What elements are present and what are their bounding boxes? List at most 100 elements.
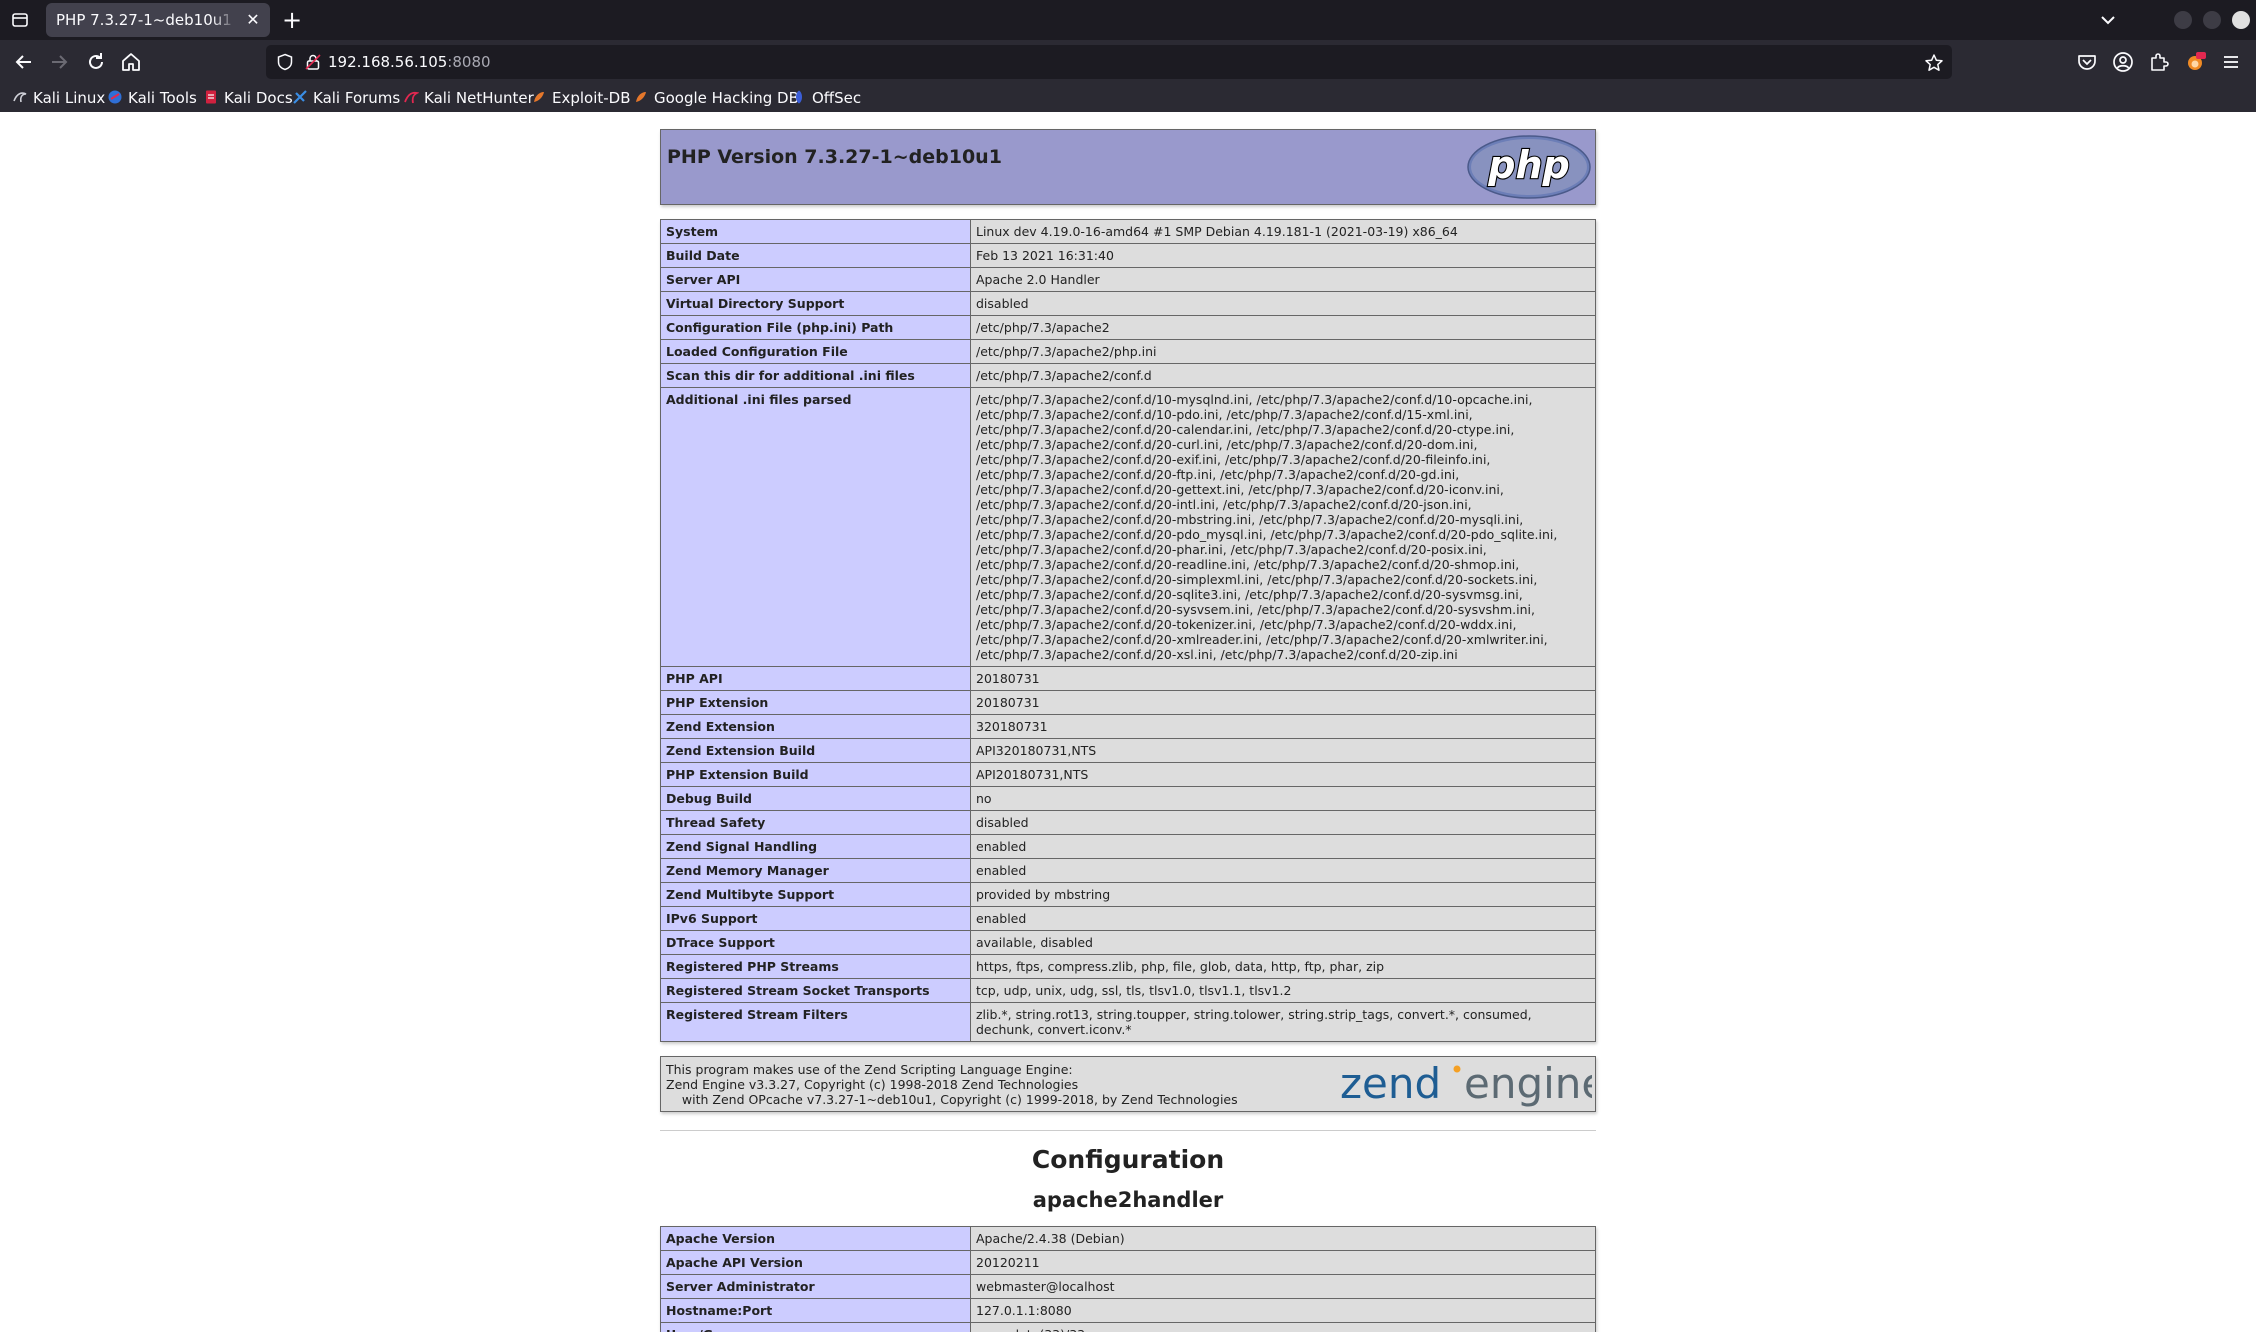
hamburger-menu-icon xyxy=(2224,56,2238,68)
zend-logo-dot xyxy=(1453,1065,1461,1073)
row-value: /etc/php/7.3/apache2 xyxy=(970,315,1596,340)
row-key: DTrace Support xyxy=(660,930,971,955)
pocket-button[interactable] xyxy=(2075,50,2099,74)
url-text[interactable]: 192.168.56.105:8080 xyxy=(328,53,491,71)
url-host: 192.168.56.105 xyxy=(328,53,448,71)
php-logo-icon[interactable]: php xyxy=(1466,134,1592,200)
application-menu-button[interactable] xyxy=(2219,50,2243,74)
row-value: tcp, udp, unix, udg, ssl, tls, tlsv1.0, … xyxy=(970,978,1596,1003)
site-info-button[interactable] xyxy=(304,53,322,71)
table-row: Configuration File (php.ini) Path/etc/ph… xyxy=(660,315,1596,340)
table-row: System Linux dev 4.19.0-16-amd64 #1 SMP D… xyxy=(660,219,1596,244)
tab-bar: PHP 7.3.27-1~deb10u1 - phpinfo() ✕ + xyxy=(0,0,2256,40)
url-port: :8080 xyxy=(447,53,491,71)
phpinfo-container: PHP Version 7.3.27-1~deb10u1 php System L… xyxy=(660,129,1596,1332)
kali-tools-icon xyxy=(108,90,122,104)
row-value: 20180731 xyxy=(970,690,1596,715)
bookmarks-toolbar: Kali Linux Kali Tools Kali Docs Kali For… xyxy=(0,84,2256,112)
table-row: PHP Extension Build API20180731,NTS xyxy=(660,762,1596,787)
table-row: IPv6 Support enabled xyxy=(660,906,1596,931)
forward-button[interactable] xyxy=(47,50,71,74)
close-window-button[interactable] xyxy=(2232,11,2250,29)
tab-title: PHP 7.3.27-1~deb10u1 - phpinfo() xyxy=(56,11,236,29)
tracking-protection-icon[interactable] xyxy=(276,53,294,71)
table-row: Additional .ini files parsed/etc/php/7.3… xyxy=(660,387,1596,667)
offsec-icon xyxy=(796,90,802,104)
table-row: Scan this dir for additional .ini files /… xyxy=(660,363,1596,388)
row-key: Zend Extension xyxy=(660,714,971,739)
row-key: Apache Version xyxy=(660,1226,971,1251)
apache2handler-table: Apache Version Apache/2.4.38 (Debian) Apac… xyxy=(660,1226,1596,1332)
maximize-button[interactable] xyxy=(2203,11,2221,29)
zend-line-3: with Zend OPcache v7.3.27-1~deb10u1, Cop… xyxy=(666,1092,1238,1107)
address-bar[interactable]: 192.168.56.105:8080 xyxy=(266,45,1952,79)
section-divider xyxy=(660,1130,1596,1131)
row-key: Server Administrator xyxy=(660,1274,971,1299)
row-key: User/Group xyxy=(660,1322,971,1332)
table-row: Apache API Version 20120211 xyxy=(660,1250,1596,1275)
minimize-button[interactable] xyxy=(2174,11,2192,29)
row-key: PHP Extension xyxy=(660,690,971,715)
zend-engine-box: This program makes use of the Zend Scrip… xyxy=(660,1056,1596,1112)
php-version-title: PHP Version 7.3.27-1~deb10u1 xyxy=(667,146,1002,168)
row-key: Loaded Configuration File xyxy=(660,339,971,364)
back-button[interactable] xyxy=(12,50,36,74)
table-row: Registered Stream Filters zlib.*, string.… xyxy=(660,1002,1596,1042)
bookmark-kali-docs[interactable]: Kali Docs xyxy=(203,88,293,108)
bookmark-offsec[interactable]: OffSec xyxy=(791,88,861,108)
zend-line-1: This program makes use of the Zend Scrip… xyxy=(666,1062,1073,1077)
list-all-tabs-button[interactable] xyxy=(8,8,32,32)
row-value: Apache/2.4.38 (Debian) xyxy=(970,1226,1596,1251)
row-value: enabled xyxy=(970,906,1596,931)
bookmark-kali-tools[interactable]: Kali Tools xyxy=(107,88,197,108)
new-tab-button[interactable]: + xyxy=(278,6,306,34)
chevron-down-icon xyxy=(2101,16,2115,25)
row-value: /etc/php/7.3/apache2/conf.d/10-mysqlnd.i… xyxy=(970,387,1596,667)
bookmark-kali-linux[interactable]: Kali Linux xyxy=(12,88,105,108)
extension-foxyproxy-button[interactable] xyxy=(2183,50,2207,74)
row-value: enabled xyxy=(970,858,1596,883)
bookmark-kali-nethunter[interactable]: Kali NetHunter xyxy=(403,88,534,108)
kali-dragon-icon xyxy=(13,92,27,103)
apache2handler-rows: Apache Version Apache/2.4.38 (Debian) Apac… xyxy=(660,1226,1596,1332)
active-tab[interactable]: PHP 7.3.27-1~deb10u1 - phpinfo() ✕ xyxy=(46,3,270,37)
row-key: System xyxy=(660,219,971,244)
row-key: Build Date xyxy=(660,243,971,268)
home-button[interactable] xyxy=(119,50,143,74)
bookmark-label: Google Hacking DB xyxy=(654,89,799,107)
bookmark-google-hacking-db[interactable]: Google Hacking DB xyxy=(633,88,799,108)
row-value: /etc/php/7.3/apache2/php.ini xyxy=(970,339,1596,364)
table-row: Registered Stream Socket Transports tcp, … xyxy=(660,978,1596,1003)
close-tab-icon[interactable]: ✕ xyxy=(244,11,262,29)
apache2handler-heading: apache2handler xyxy=(1032,1188,1224,1212)
table-row: Zend Signal Handling enabled xyxy=(660,834,1596,859)
bookmark-label: Kali NetHunter xyxy=(424,89,534,107)
exploit-db-icon xyxy=(534,92,544,102)
row-key: PHP API xyxy=(660,666,971,691)
bookmark-kali-forums[interactable]: Kali Forums xyxy=(292,88,400,108)
zend-engine-logo-icon[interactable]: zend engine xyxy=(1340,1060,1592,1108)
row-value: 20120211 xyxy=(970,1250,1596,1275)
row-value: API320180731,NTS xyxy=(970,738,1596,763)
row-value: Apache 2.0 Handler xyxy=(970,267,1596,292)
row-value: zlib.*, string.rot13, string.toupper, st… xyxy=(970,1002,1596,1042)
row-key: Configuration File (php.ini) Path xyxy=(660,315,971,340)
bookmark-exploit-db[interactable]: Exploit-DB xyxy=(531,88,631,108)
shield-icon xyxy=(277,53,293,71)
account-icon xyxy=(2113,52,2133,72)
bookmark-label: Exploit-DB xyxy=(552,89,631,107)
table-row: Thread Safety disabled xyxy=(660,810,1596,835)
table-row: Zend Multibyte Support provided by mbstri… xyxy=(660,882,1596,907)
tab-overflow-button[interactable] xyxy=(2096,8,2120,32)
kali-docs-icon xyxy=(206,90,216,104)
bookmark-star-button[interactable] xyxy=(1924,53,1944,73)
account-button[interactable] xyxy=(2111,50,2135,74)
table-row: PHP API 20180731 xyxy=(660,666,1596,691)
row-value: 20180731 xyxy=(970,666,1596,691)
row-key: Server API xyxy=(660,267,971,292)
reload-button[interactable] xyxy=(84,50,108,74)
row-value: Feb 13 2021 16:31:40 xyxy=(970,243,1596,268)
ghdb-icon xyxy=(636,92,646,102)
extensions-button[interactable] xyxy=(2147,50,2171,74)
table-row: Apache Version Apache/2.4.38 (Debian) xyxy=(660,1226,1596,1251)
